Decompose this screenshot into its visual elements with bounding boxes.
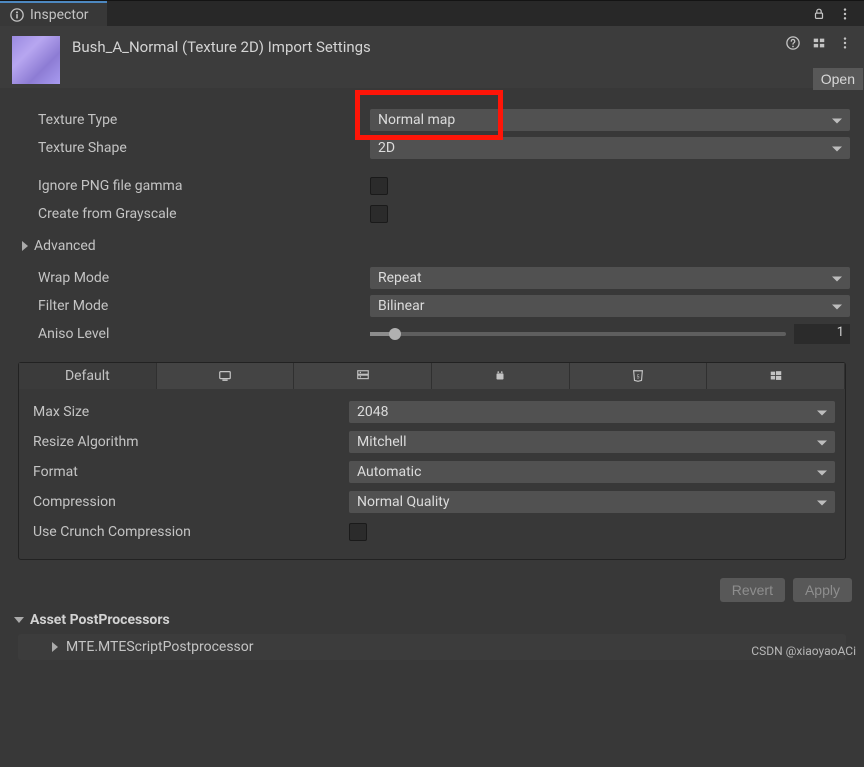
platform-tab-webgl[interactable]: 5 [570, 363, 708, 389]
texture-type-label: Texture Type [20, 112, 370, 128]
kebab-icon[interactable] [838, 36, 852, 50]
open-button[interactable]: Open [813, 68, 863, 90]
platform-tab-server[interactable] [294, 363, 432, 389]
tab-label: Inspector [30, 7, 89, 23]
use-crunch-label: Use Crunch Compression [29, 524, 349, 540]
kebab-icon[interactable] [838, 7, 852, 21]
filter-mode-value: Bilinear [378, 298, 424, 314]
postprocessor-item[interactable]: MTE.MTEScriptPostprocessor [18, 634, 846, 660]
chevron-right-icon [22, 241, 28, 251]
filter-mode-dropdown[interactable]: Bilinear [370, 295, 850, 317]
use-crunch-checkbox[interactable] [349, 523, 367, 541]
aniso-level-value[interactable]: 1 [794, 324, 850, 344]
info-icon [10, 8, 24, 22]
resize-algorithm-dropdown[interactable]: Mitchell [349, 431, 835, 453]
wrap-mode-label: Wrap Mode [20, 270, 370, 286]
help-icon[interactable] [786, 36, 800, 50]
postprocessor-name: MTE.MTEScriptPostprocessor [66, 639, 254, 655]
platform-tab-default[interactable]: Default [19, 363, 157, 389]
wrap-mode-value: Repeat [378, 270, 422, 286]
ignore-png-gamma-label: Ignore PNG file gamma [20, 178, 370, 194]
html5-icon: 5 [631, 369, 645, 383]
create-from-grayscale-checkbox[interactable] [370, 205, 388, 223]
format-value: Automatic [357, 464, 421, 480]
texture-shape-value: 2D [378, 140, 395, 156]
aniso-level-label: Aniso Level [20, 326, 370, 342]
aniso-level-slider[interactable] [370, 332, 786, 336]
asset-postprocessors-label: Asset PostProcessors [30, 612, 170, 628]
asset-title: Bush_A_Normal (Texture 2D) Import Settin… [72, 36, 371, 56]
advanced-foldout[interactable]: Advanced [20, 238, 850, 254]
svg-text:5: 5 [637, 375, 640, 381]
texture-shape-dropdown[interactable]: 2D [370, 137, 850, 159]
texture-type-value: Normal map [378, 112, 455, 128]
ignore-png-gamma-checkbox[interactable] [370, 177, 388, 195]
server-icon [356, 369, 370, 383]
chevron-right-icon [52, 642, 58, 652]
slider-thumb[interactable] [389, 328, 401, 340]
platform-tab-android[interactable] [432, 363, 570, 389]
windows-icon [769, 369, 783, 383]
platform-tab-windows[interactable] [707, 363, 845, 389]
wrap-mode-dropdown[interactable]: Repeat [370, 267, 850, 289]
platform-tab-default-label: Default [65, 368, 110, 384]
max-size-label: Max Size [29, 404, 349, 420]
monitor-icon [218, 369, 232, 383]
compression-value: Normal Quality [357, 494, 449, 510]
max-size-value: 2048 [357, 404, 388, 420]
android-icon [493, 369, 507, 383]
advanced-label: Advanced [34, 238, 96, 254]
filter-mode-label: Filter Mode [20, 298, 370, 314]
lock-icon[interactable] [812, 7, 826, 21]
compression-dropdown[interactable]: Normal Quality [349, 491, 835, 513]
compression-label: Compression [29, 494, 349, 510]
resize-algorithm-value: Mitchell [357, 434, 406, 450]
create-from-grayscale-label: Create from Grayscale [20, 206, 370, 222]
revert-button[interactable]: Revert [720, 578, 785, 602]
asset-postprocessors-foldout[interactable]: Asset PostProcessors [12, 610, 852, 634]
inspector-tab[interactable]: Inspector [0, 1, 107, 27]
chevron-down-icon [14, 617, 24, 623]
platform-tab-standalone[interactable] [157, 363, 295, 389]
format-label: Format [29, 464, 349, 480]
format-dropdown[interactable]: Automatic [349, 461, 835, 483]
texture-thumbnail [12, 36, 60, 84]
max-size-dropdown[interactable]: 2048 [349, 401, 835, 423]
texture-type-dropdown[interactable]: Normal map [370, 109, 850, 131]
apply-button[interactable]: Apply [793, 578, 852, 602]
resize-algorithm-label: Resize Algorithm [29, 434, 349, 450]
preset-icon[interactable] [812, 36, 826, 50]
watermark: CSDN @xiaoyaoACi [751, 644, 856, 658]
texture-shape-label: Texture Shape [20, 140, 370, 156]
